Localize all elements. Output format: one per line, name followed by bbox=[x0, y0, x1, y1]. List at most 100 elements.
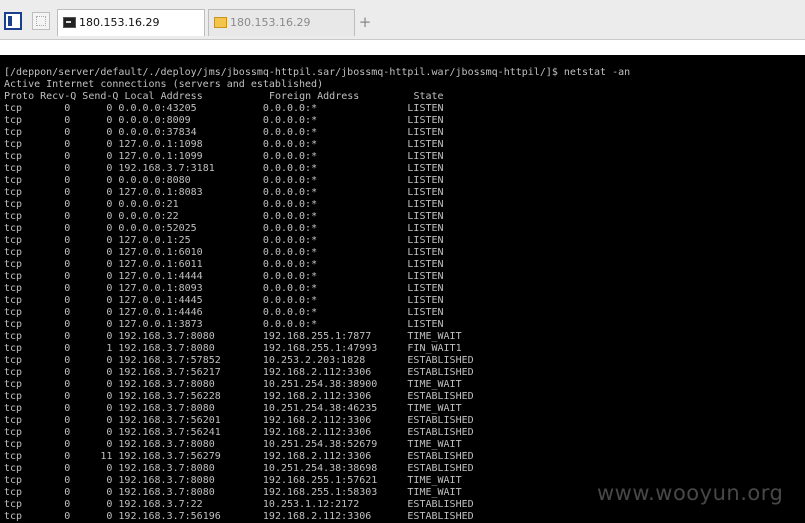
row-sendq: 0 bbox=[76, 127, 119, 138]
row-foreign-address: 10.251.254.38:38698 bbox=[262, 463, 408, 474]
row-local-address: 192.168.3.7:8080 bbox=[118, 379, 263, 390]
row-sendq: 0 bbox=[76, 439, 119, 450]
row-state: ESTABLISHED bbox=[407, 511, 474, 522]
row-recvq: 0 bbox=[40, 235, 77, 246]
row-proto: tcp bbox=[4, 451, 41, 462]
table-row: tcp 0 0 192.168.3.7:56217 192.168.2.112:… bbox=[4, 367, 474, 378]
row-recvq: 0 bbox=[40, 487, 77, 498]
add-tab-button[interactable]: + bbox=[356, 10, 374, 34]
row-proto: tcp bbox=[4, 151, 41, 162]
row-recvq: 0 bbox=[40, 391, 77, 402]
table-row: tcp 0 0 0.0.0.0:21 0.0.0.0:* LISTEN bbox=[4, 199, 444, 210]
row-foreign-address: 0.0.0.0:* bbox=[262, 151, 408, 162]
row-foreign-address: 0.0.0.0:* bbox=[262, 235, 408, 246]
row-sendq: 0 bbox=[76, 271, 119, 282]
row-local-address: 0.0.0.0:22 bbox=[118, 211, 263, 222]
row-state: ESTABLISHED bbox=[407, 463, 474, 474]
row-foreign-address: 10.253.1.12:2172 bbox=[262, 499, 408, 510]
table-row: tcp 0 0 127.0.0.1:6011 0.0.0.0:* LISTEN bbox=[4, 259, 444, 270]
table-row: tcp 0 0 0.0.0.0:37834 0.0.0.0:* LISTEN bbox=[4, 127, 444, 138]
row-local-address: 0.0.0.0:37834 bbox=[118, 127, 263, 138]
row-local-address: 192.168.3.7:22 bbox=[118, 499, 263, 510]
row-state: ESTABLISHED bbox=[407, 427, 474, 438]
table-row: tcp 0 0 192.168.3.7:56196 192.168.2.112:… bbox=[4, 511, 474, 522]
row-local-address: 192.168.3.7:56241 bbox=[118, 427, 263, 438]
tab-file-browser[interactable]: 180.153.16.29 bbox=[208, 9, 355, 36]
row-state: LISTEN bbox=[407, 139, 444, 150]
row-proto: tcp bbox=[4, 175, 41, 186]
row-state: ESTABLISHED bbox=[407, 415, 474, 426]
row-recvq: 0 bbox=[40, 379, 77, 390]
row-foreign-address: 0.0.0.0:* bbox=[262, 223, 408, 234]
row-sendq: 0 bbox=[76, 487, 119, 498]
table-row: tcp 0 0 0.0.0.0:22 0.0.0.0:* LISTEN bbox=[4, 211, 444, 222]
row-foreign-address: 0.0.0.0:* bbox=[262, 295, 408, 306]
row-state: ESTABLISHED bbox=[407, 451, 474, 462]
row-foreign-address: 0.0.0.0:* bbox=[262, 247, 408, 258]
row-proto: tcp bbox=[4, 475, 41, 486]
row-proto: tcp bbox=[4, 199, 41, 210]
header-state: State bbox=[413, 91, 444, 102]
row-proto: tcp bbox=[4, 343, 41, 354]
row-proto: tcp bbox=[4, 511, 41, 522]
layout-toggle-button[interactable] bbox=[4, 12, 22, 30]
row-state: LISTEN bbox=[407, 259, 444, 270]
row-foreign-address: 0.0.0.0:* bbox=[262, 187, 408, 198]
row-foreign-address: 192.168.255.1:57621 bbox=[262, 475, 408, 486]
row-local-address: 192.168.3.7:3181 bbox=[118, 163, 263, 174]
row-recvq: 0 bbox=[40, 175, 77, 186]
row-local-address: 192.168.3.7:8080 bbox=[118, 343, 263, 354]
row-recvq: 0 bbox=[40, 427, 77, 438]
row-foreign-address: 0.0.0.0:* bbox=[262, 211, 408, 222]
header-sendq: Send-Q bbox=[82, 91, 119, 102]
terminal-output[interactable]: [/deppon/server/default/./deploy/jms/jbo… bbox=[4, 67, 630, 523]
row-proto: tcp bbox=[4, 367, 41, 378]
table-row: tcp 0 0 192.168.3.7:8080 192.168.255.1:5… bbox=[4, 475, 462, 486]
row-recvq: 0 bbox=[40, 283, 77, 294]
row-recvq: 0 bbox=[40, 259, 77, 270]
row-foreign-address: 0.0.0.0:* bbox=[262, 271, 408, 282]
row-state: LISTEN bbox=[407, 223, 444, 234]
table-row: tcp 0 0 192.168.3.7:8080 10.251.254.38:5… bbox=[4, 439, 462, 450]
row-state: TIME_WAIT bbox=[407, 439, 462, 450]
row-local-address: 0.0.0.0:43205 bbox=[118, 103, 263, 114]
watermark: www.wooyun.org bbox=[597, 481, 784, 505]
row-state: LISTEN bbox=[407, 103, 444, 114]
row-recvq: 0 bbox=[40, 115, 77, 126]
row-sendq: 0 bbox=[76, 223, 119, 234]
row-state: TIME_WAIT bbox=[407, 475, 462, 486]
row-local-address: 192.168.3.7:56196 bbox=[118, 511, 263, 522]
row-sendq: 0 bbox=[76, 307, 119, 318]
row-proto: tcp bbox=[4, 211, 41, 222]
table-row: tcp 0 0 192.168.3.7:8080 10.251.254.38:3… bbox=[4, 463, 474, 474]
row-state: LISTEN bbox=[407, 271, 444, 282]
row-proto: tcp bbox=[4, 283, 41, 294]
folder-icon bbox=[214, 17, 227, 28]
row-foreign-address: 10.251.254.38:46235 bbox=[262, 403, 408, 414]
row-sendq: 0 bbox=[76, 379, 119, 390]
row-sendq: 0 bbox=[76, 283, 119, 294]
row-sendq: 0 bbox=[76, 295, 119, 306]
row-recvq: 0 bbox=[40, 319, 77, 330]
new-session-button[interactable] bbox=[32, 12, 50, 30]
row-sendq: 0 bbox=[76, 199, 119, 210]
row-sendq: 0 bbox=[76, 259, 119, 270]
row-local-address: 0.0.0.0:52025 bbox=[118, 223, 263, 234]
row-recvq: 0 bbox=[40, 343, 77, 354]
row-sendq: 0 bbox=[76, 319, 119, 330]
table-row: tcp 0 0 192.168.3.7:57852 10.253.2.203:1… bbox=[4, 355, 474, 366]
table-row: tcp 0 0 127.0.0.1:25 0.0.0.0:* LISTEN bbox=[4, 235, 444, 246]
table-row: tcp 0 0 0.0.0.0:43205 0.0.0.0:* LISTEN bbox=[4, 103, 444, 114]
row-proto: tcp bbox=[4, 391, 41, 402]
row-local-address: 192.168.3.7:8080 bbox=[118, 463, 263, 474]
row-proto: tcp bbox=[4, 403, 41, 414]
row-local-address: 192.168.3.7:8080 bbox=[118, 403, 263, 414]
row-foreign-address: 192.168.2.112:3306 bbox=[262, 511, 408, 522]
table-row: tcp 0 0 192.168.3.7:56228 192.168.2.112:… bbox=[4, 391, 474, 402]
row-local-address: 0.0.0.0:8009 bbox=[118, 115, 263, 126]
row-local-address: 192.168.3.7:56201 bbox=[118, 415, 263, 426]
row-state: LISTEN bbox=[407, 151, 444, 162]
row-proto: tcp bbox=[4, 223, 41, 234]
tab-ssh-session[interactable]: 180.153.16.29 bbox=[57, 9, 205, 36]
netstat-banner: Active Internet connections (servers and… bbox=[4, 79, 324, 90]
